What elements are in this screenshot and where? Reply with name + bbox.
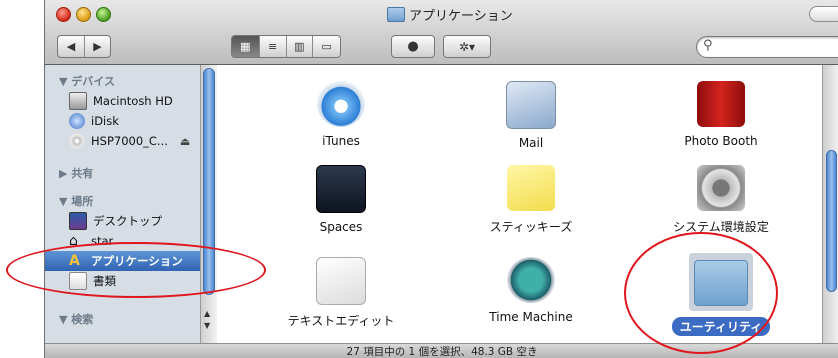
app-mail[interactable]: Mail <box>461 81 601 151</box>
eye-icon: ● <box>407 39 419 54</box>
sidebar-item-applications[interactable]: A アプリケーション <box>45 251 201 271</box>
sidebar-section-shared[interactable]: ▶ 共有 <box>59 163 93 183</box>
itunes-icon <box>317 81 365 127</box>
photo-booth-icon <box>697 81 745 127</box>
app-photo-booth[interactable]: Photo Booth <box>651 81 791 149</box>
eject-icon[interactable]: ⏏ <box>180 135 190 148</box>
time-machine-icon <box>507 257 555 303</box>
view-mode-control: ▦ ≡ ▥ ▭ <box>231 35 341 58</box>
content-scrollbar[interactable] <box>822 65 838 343</box>
sidebar-item-hsp7000[interactable]: HSP7000_C... ⏏ <box>69 131 216 151</box>
action-menu-button[interactable]: ✲▾ <box>443 35 491 58</box>
title-bar: アプリケーション ◀ ▶ ▦ ≡ ▥ ▭ ● ✲▾ ⚲ <box>45 0 838 65</box>
app-utilities-folder[interactable]: ユーティリティ <box>651 253 791 336</box>
spaces-icon <box>316 165 366 213</box>
cover-flow-button[interactable]: ▭ <box>313 36 340 57</box>
desktop-icon <box>69 212 87 230</box>
folder-icon <box>387 6 405 22</box>
sidebar-item-macintosh-hd[interactable]: Macintosh HD <box>69 91 216 111</box>
app-spaces[interactable]: Spaces <box>271 165 411 235</box>
quick-look-button[interactable]: ● <box>391 35 435 58</box>
back-button[interactable]: ◀ <box>58 36 85 57</box>
textedit-icon <box>316 257 366 305</box>
sidebar-item-home[interactable]: ⌂ star <box>69 231 216 251</box>
idisk-icon <box>69 113 85 129</box>
home-icon: ⌂ <box>69 233 78 249</box>
window-title: アプリケーション <box>387 4 513 24</box>
back-forward-control: ◀ ▶ <box>57 35 111 58</box>
forward-button[interactable]: ▶ <box>85 36 110 57</box>
mail-icon <box>506 81 556 129</box>
status-bar: 27 項目中の 1 個を選択、48.3 GB 空き <box>45 343 838 358</box>
app-itunes[interactable]: iTunes <box>271 81 411 149</box>
scroll-down-arrow[interactable]: ▼ <box>204 321 210 330</box>
app-time-machine[interactable]: Time Machine <box>461 257 601 325</box>
close-button[interactable] <box>56 7 71 22</box>
documents-icon <box>69 272 87 290</box>
sidebar-item-idisk[interactable]: iDisk <box>69 111 216 131</box>
stickies-icon <box>507 165 555 211</box>
system-preferences-icon <box>697 165 745 211</box>
zoom-button[interactable] <box>96 7 111 22</box>
scroll-up-arrow[interactable]: ▲ <box>204 309 210 318</box>
minimize-button[interactable] <box>76 7 91 22</box>
app-stickies[interactable]: スティッキーズ <box>461 165 601 236</box>
sidebar-item-desktop[interactable]: デスクトップ <box>69 211 216 231</box>
icon-view-button[interactable]: ▦ <box>232 36 260 57</box>
sidebar-section-places[interactable]: ▼ 場所 <box>59 191 93 211</box>
sidebar: ▼ デバイス Macintosh HD iDisk HSP7000_C... ⏏… <box>45 65 217 343</box>
utilities-folder-icon <box>694 260 748 306</box>
hard-disk-icon <box>69 92 87 110</box>
applications-icon: A <box>69 253 80 269</box>
column-view-button[interactable]: ▥ <box>287 36 314 57</box>
search-icon: ⚲ <box>703 38 713 53</box>
sidebar-scrollbar[interactable]: ▲ ▼ <box>200 65 217 343</box>
finder-window: アプリケーション ◀ ▶ ▦ ≡ ▥ ▭ ● ✲▾ ⚲ ▼ デバイス Macin… <box>44 0 838 358</box>
sidebar-scroll-thumb[interactable] <box>203 68 215 295</box>
icon-view: iTunes Mail Photo Booth Spaces スティッキーズ シ… <box>217 65 838 343</box>
app-system-preferences[interactable]: システム環境設定 <box>651 165 791 236</box>
sidebar-item-documents[interactable]: 書類 <box>69 271 216 291</box>
sidebar-section-devices[interactable]: ▼ デバイス <box>59 71 115 91</box>
icon-selection-highlight <box>689 253 753 311</box>
disc-icon <box>69 133 85 149</box>
sidebar-section-search[interactable]: ▼ 検索 <box>59 309 93 329</box>
list-view-button[interactable]: ≡ <box>260 36 287 57</box>
search-field[interactable]: ⚲ <box>696 36 838 58</box>
toolbar-toggle-button[interactable] <box>809 6 838 22</box>
gear-icon: ✲▾ <box>458 39 476 54</box>
app-textedit[interactable]: テキストエディット <box>271 257 411 330</box>
content-scroll-thumb[interactable] <box>826 150 837 292</box>
